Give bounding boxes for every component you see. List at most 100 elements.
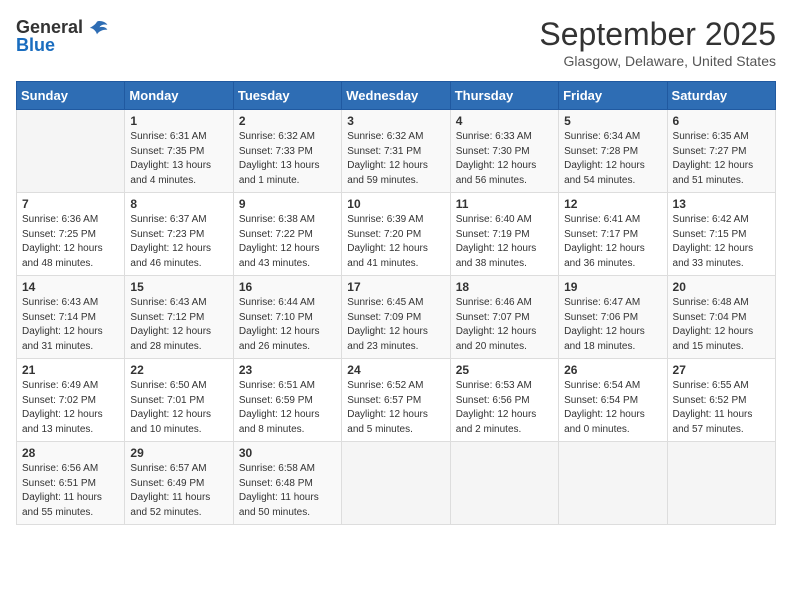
calendar-cell: 9 Sunrise: 6:38 AMSunset: 7:22 PMDaylight…	[233, 193, 341, 276]
calendar-cell: 20 Sunrise: 6:48 AMSunset: 7:04 PMDayligh…	[667, 276, 775, 359]
calendar-week-row: 7Sunrise: 6:36 AMSunset: 7:25 PMDaylight…	[17, 193, 776, 276]
logo-blue: Blue	[16, 36, 55, 56]
calendar-cell: 28Sunrise: 6:56 AMSunset: 6:51 PMDayligh…	[17, 442, 125, 525]
day-number: 9	[239, 197, 336, 211]
day-info: Sunrise: 6:45 AMSunset: 7:09 PMDaylight:…	[347, 296, 444, 354]
day-info: Sunrise: 6:54 AMSunset: 6:54 PMDaylight:…	[564, 379, 661, 437]
calendar-cell: 19 Sunrise: 6:47 AMSunset: 7:06 PMDayligh…	[559, 276, 667, 359]
day-number: 26	[564, 363, 661, 377]
day-info: Sunrise: 6:44 AMSunset: 7:10 PMDaylight:…	[239, 296, 336, 354]
calendar-cell	[667, 442, 775, 525]
calendar-header-row: SundayMondayTuesdayWednesdayThursdayFrid…	[17, 82, 776, 110]
day-number: 3	[347, 114, 444, 128]
calendar-cell: 18 Sunrise: 6:46 AMSunset: 7:07 PMDayligh…	[450, 276, 558, 359]
day-info: Sunrise: 6:47 AMSunset: 7:06 PMDaylight:…	[564, 296, 661, 354]
calendar-header-wednesday: Wednesday	[342, 82, 450, 110]
day-number: 5	[564, 114, 661, 128]
calendar-table: SundayMondayTuesdayWednesdayThursdayFrid…	[16, 81, 776, 525]
day-info: Sunrise: 6:40 AMSunset: 7:19 PMDaylight:…	[456, 213, 553, 271]
day-info: Sunrise: 6:39 AMSunset: 7:20 PMDaylight:…	[347, 213, 444, 271]
day-number: 2	[239, 114, 336, 128]
logo: General Blue	[16, 16, 109, 56]
day-number: 4	[456, 114, 553, 128]
location: Glasgow, Delaware, United States	[539, 53, 776, 69]
calendar-cell: 10 Sunrise: 6:39 AMSunset: 7:20 PMDayligh…	[342, 193, 450, 276]
day-info: Sunrise: 6:34 AMSunset: 7:28 PMDaylight:…	[564, 130, 661, 188]
day-number: 15	[130, 280, 227, 294]
day-number: 20	[673, 280, 770, 294]
day-info: Sunrise: 6:51 AMSunset: 6:59 PMDaylight:…	[239, 379, 336, 437]
day-info: Sunrise: 6:32 AMSunset: 7:31 PMDaylight:…	[347, 130, 444, 188]
day-info: Sunrise: 6:36 AMSunset: 7:25 PMDaylight:…	[22, 213, 119, 271]
calendar-week-row: 28Sunrise: 6:56 AMSunset: 6:51 PMDayligh…	[17, 442, 776, 525]
calendar-cell: 5 Sunrise: 6:34 AMSunset: 7:28 PMDaylight…	[559, 110, 667, 193]
day-info: Sunrise: 6:32 AMSunset: 7:33 PMDaylight:…	[239, 130, 336, 188]
calendar-cell	[450, 442, 558, 525]
calendar-cell: 30 Sunrise: 6:58 AMSunset: 6:48 PMDayligh…	[233, 442, 341, 525]
calendar-cell: 1 Sunrise: 6:31 AMSunset: 7:35 PMDaylight…	[125, 110, 233, 193]
day-number: 30	[239, 446, 336, 460]
calendar-cell: 8 Sunrise: 6:37 AMSunset: 7:23 PMDaylight…	[125, 193, 233, 276]
title-section: September 2025 Glasgow, Delaware, United…	[539, 16, 776, 69]
day-number: 23	[239, 363, 336, 377]
calendar-cell	[559, 442, 667, 525]
calendar-week-row: 1 Sunrise: 6:31 AMSunset: 7:35 PMDaylight…	[17, 110, 776, 193]
day-number: 17	[347, 280, 444, 294]
day-info: Sunrise: 6:56 AMSunset: 6:51 PMDaylight:…	[22, 462, 119, 520]
day-info: Sunrise: 6:53 AMSunset: 6:56 PMDaylight:…	[456, 379, 553, 437]
calendar-cell: 7Sunrise: 6:36 AMSunset: 7:25 PMDaylight…	[17, 193, 125, 276]
day-info: Sunrise: 6:42 AMSunset: 7:15 PMDaylight:…	[673, 213, 770, 271]
day-info: Sunrise: 6:46 AMSunset: 7:07 PMDaylight:…	[456, 296, 553, 354]
calendar-cell: 17 Sunrise: 6:45 AMSunset: 7:09 PMDayligh…	[342, 276, 450, 359]
calendar-cell: 21Sunrise: 6:49 AMSunset: 7:02 PMDayligh…	[17, 359, 125, 442]
day-info: Sunrise: 6:50 AMSunset: 7:01 PMDaylight:…	[130, 379, 227, 437]
calendar-cell: 11Sunrise: 6:40 AMSunset: 7:19 PMDayligh…	[450, 193, 558, 276]
calendar-cell: 14 Sunrise: 6:43 AMSunset: 7:14 PMDayligh…	[17, 276, 125, 359]
calendar-cell: 16 Sunrise: 6:44 AMSunset: 7:10 PMDayligh…	[233, 276, 341, 359]
day-number: 6	[673, 114, 770, 128]
day-info: Sunrise: 6:55 AMSunset: 6:52 PMDaylight:…	[673, 379, 770, 437]
day-number: 25	[456, 363, 553, 377]
calendar-header-sunday: Sunday	[17, 82, 125, 110]
day-info: Sunrise: 6:57 AMSunset: 6:49 PMDaylight:…	[130, 462, 227, 520]
day-number: 16	[239, 280, 336, 294]
day-number: 10	[347, 197, 444, 211]
calendar-cell: 3 Sunrise: 6:32 AMSunset: 7:31 PMDaylight…	[342, 110, 450, 193]
calendar-header-monday: Monday	[125, 82, 233, 110]
day-number: 29	[130, 446, 227, 460]
calendar-cell: 4 Sunrise: 6:33 AMSunset: 7:30 PMDaylight…	[450, 110, 558, 193]
calendar-cell: 23 Sunrise: 6:51 AMSunset: 6:59 PMDayligh…	[233, 359, 341, 442]
calendar-cell	[17, 110, 125, 193]
calendar-cell: 22 Sunrise: 6:50 AMSunset: 7:01 PMDayligh…	[125, 359, 233, 442]
day-number: 18	[456, 280, 553, 294]
day-info: Sunrise: 6:43 AMSunset: 7:12 PMDaylight:…	[130, 296, 227, 354]
day-info: Sunrise: 6:49 AMSunset: 7:02 PMDaylight:…	[22, 379, 119, 437]
calendar-header-friday: Friday	[559, 82, 667, 110]
calendar-cell	[342, 442, 450, 525]
month-title: September 2025	[539, 16, 776, 53]
day-info: Sunrise: 6:38 AMSunset: 7:22 PMDaylight:…	[239, 213, 336, 271]
day-number: 8	[130, 197, 227, 211]
day-number: 19	[564, 280, 661, 294]
day-number: 22	[130, 363, 227, 377]
calendar-header-thursday: Thursday	[450, 82, 558, 110]
calendar-cell: 25 Sunrise: 6:53 AMSunset: 6:56 PMDayligh…	[450, 359, 558, 442]
day-info: Sunrise: 6:41 AMSunset: 7:17 PMDaylight:…	[564, 213, 661, 271]
calendar-cell: 15 Sunrise: 6:43 AMSunset: 7:12 PMDayligh…	[125, 276, 233, 359]
calendar-cell: 13Sunrise: 6:42 AMSunset: 7:15 PMDayligh…	[667, 193, 775, 276]
logo-bird-icon	[85, 16, 109, 40]
day-info: Sunrise: 6:31 AMSunset: 7:35 PMDaylight:…	[130, 130, 227, 188]
day-info: Sunrise: 6:43 AMSunset: 7:14 PMDaylight:…	[22, 296, 119, 354]
day-number: 14	[22, 280, 119, 294]
day-info: Sunrise: 6:37 AMSunset: 7:23 PMDaylight:…	[130, 213, 227, 271]
calendar-cell: 24Sunrise: 6:52 AMSunset: 6:57 PMDayligh…	[342, 359, 450, 442]
day-number: 24	[347, 363, 444, 377]
day-info: Sunrise: 6:58 AMSunset: 6:48 PMDaylight:…	[239, 462, 336, 520]
day-info: Sunrise: 6:35 AMSunset: 7:27 PMDaylight:…	[673, 130, 770, 188]
day-info: Sunrise: 6:48 AMSunset: 7:04 PMDaylight:…	[673, 296, 770, 354]
calendar-cell: 6 Sunrise: 6:35 AMSunset: 7:27 PMDaylight…	[667, 110, 775, 193]
calendar-week-row: 14 Sunrise: 6:43 AMSunset: 7:14 PMDayligh…	[17, 276, 776, 359]
day-number: 1	[130, 114, 227, 128]
calendar-header-tuesday: Tuesday	[233, 82, 341, 110]
day-info: Sunrise: 6:33 AMSunset: 7:30 PMDaylight:…	[456, 130, 553, 188]
